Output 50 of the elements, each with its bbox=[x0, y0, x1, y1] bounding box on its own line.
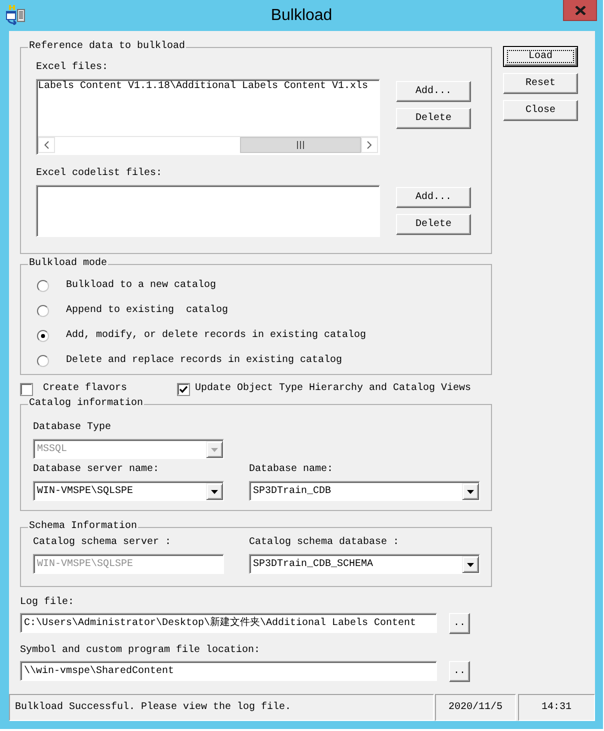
checkbox-icon[interactable] bbox=[177, 382, 190, 396]
chevron-left-icon[interactable] bbox=[38, 137, 55, 153]
dropdown[interactable]: SP3DTrain_CDB_SCHEMA bbox=[249, 554, 480, 574]
window-title: Bulkload bbox=[270, 6, 332, 25]
status-time: 14:31 bbox=[518, 694, 595, 721]
field-label: Catalog schema database : bbox=[249, 537, 400, 549]
reset-button[interactable]: Reset bbox=[503, 73, 578, 94]
checkbox-icon[interactable] bbox=[20, 382, 33, 396]
radio-option[interactable]: Bulkload to a new catalog bbox=[37, 278, 216, 294]
radio-option[interactable]: Add, modify, or delete records in existing catalog bbox=[37, 328, 366, 344]
scrollbar-thumb[interactable] bbox=[240, 137, 361, 153]
close-button[interactable]: Close bbox=[503, 100, 578, 121]
radio-icon[interactable] bbox=[37, 305, 49, 317]
checkbox-option[interactable]: Create flavors bbox=[20, 381, 128, 397]
dropdown[interactable]: WIN-VMSPE\SQLSPE bbox=[33, 481, 224, 501]
field-label: Database Type bbox=[33, 422, 112, 434]
field-label: Database name: bbox=[249, 464, 334, 476]
add-button[interactable]: Add... bbox=[396, 187, 471, 208]
radio-option[interactable]: Delete and replace records in existing catalog bbox=[37, 353, 342, 369]
path-field[interactable]: \\win-vmspe\SharedContent bbox=[20, 661, 437, 681]
field-label: Symbol and custom program file location: bbox=[20, 645, 260, 657]
field-label: Database server name: bbox=[33, 464, 160, 476]
radio-icon[interactable] bbox=[37, 280, 49, 292]
radio-icon[interactable] bbox=[37, 355, 49, 367]
file-list[interactable]: Labels Content V1.1.18\Additional Labels Content V1.xls bbox=[36, 79, 380, 155]
window-close-button[interactable] bbox=[563, 0, 597, 21]
field-label: Excel codelist files: bbox=[36, 168, 162, 180]
horizontal-scrollbar[interactable] bbox=[38, 136, 378, 153]
chevron-right-icon[interactable] bbox=[361, 137, 378, 153]
radio-icon[interactable] bbox=[37, 330, 49, 342]
path-field[interactable]: C:\Users\Administrator\Desktop\新建文件夹\Additional Labels Content bbox=[20, 613, 437, 633]
delete-button[interactable]: Delete bbox=[396, 108, 471, 129]
browse-button[interactable]: .. bbox=[449, 613, 470, 634]
field-label: Catalog schema server : bbox=[33, 537, 172, 549]
status-date: 2020/11/5 bbox=[435, 694, 516, 721]
load-button[interactable]: Load bbox=[503, 46, 578, 67]
close-icon bbox=[574, 6, 586, 14]
dropdown[interactable]: SP3DTrain_CDB bbox=[249, 481, 480, 501]
delete-button[interactable]: Delete bbox=[396, 214, 471, 235]
app-icon bbox=[5, 5, 25, 25]
radio-option[interactable]: Append to existing catalog bbox=[37, 303, 228, 319]
add-button[interactable]: Add... bbox=[396, 81, 471, 102]
field-label: Log file: bbox=[20, 597, 74, 609]
browse-button[interactable]: .. bbox=[449, 661, 470, 682]
group-title: Catalog information bbox=[28, 398, 144, 410]
file-list[interactable] bbox=[36, 185, 380, 237]
field-label: Excel files: bbox=[36, 62, 108, 74]
checkbox-option[interactable]: Update Object Type Hierarchy and Catalog Views bbox=[177, 381, 472, 397]
list-item[interactable]: Labels Content V1.1.18\Additional Labels Content V1.xls bbox=[38, 81, 368, 93]
status-message: Bulkload Successful. Please view the log file. bbox=[9, 694, 434, 721]
